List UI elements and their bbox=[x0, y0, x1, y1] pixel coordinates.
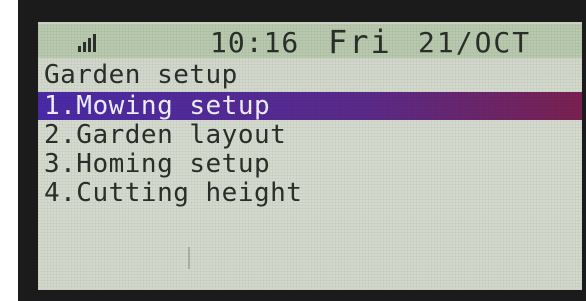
date: 21/OCT bbox=[418, 26, 532, 59]
lcd-screen: 10:16 Fri 21/OCT Garden setup 1.Mowing s… bbox=[38, 22, 582, 290]
screen-scratch bbox=[188, 247, 190, 269]
menu-item-garden-layout[interactable]: 2.Garden layout bbox=[38, 121, 582, 149]
signal-bars-icon bbox=[78, 34, 98, 52]
weekday: Fri bbox=[328, 23, 392, 61]
status-bar: 10:16 Fri 21/OCT bbox=[38, 24, 582, 58]
menu-item-cutting-height[interactable]: 4.Cutting height bbox=[38, 179, 582, 207]
page-title: Garden setup bbox=[44, 60, 238, 90]
menu-item-homing-setup[interactable]: 3.Homing setup bbox=[38, 150, 582, 178]
menu-item-mowing-setup[interactable]: 1.Mowing setup bbox=[38, 92, 582, 120]
clock: 10:16 bbox=[210, 26, 300, 59]
